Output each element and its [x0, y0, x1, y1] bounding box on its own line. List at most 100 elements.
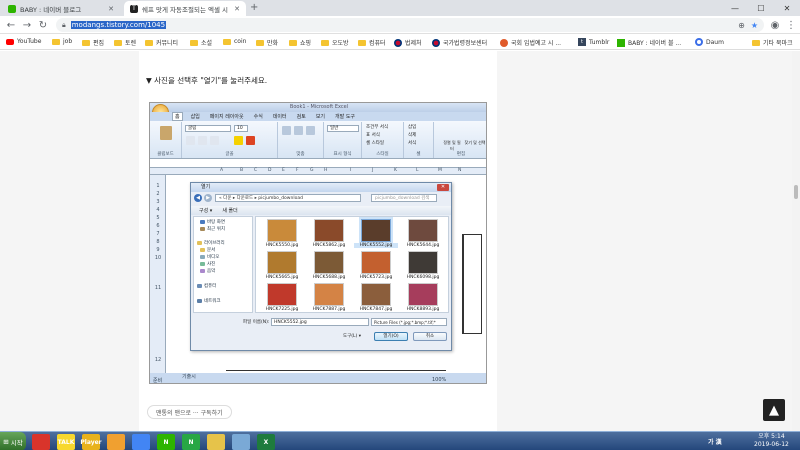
bookmark-torrent[interactable]: 토렌 [114, 38, 136, 47]
scrollbar-thumb[interactable] [794, 185, 798, 199]
new-tab-button[interactable]: + [250, 2, 258, 13]
documents-icon [200, 248, 205, 252]
photos-icon[interactable] [232, 434, 250, 450]
bookmark-assembly[interactable]: 국회 입법예고 시 ... [500, 38, 561, 47]
music-icon [200, 269, 205, 273]
nav-item: 바탕 화면 [200, 219, 225, 225]
ribbon-tab: 페이지 레이아웃 [209, 114, 244, 120]
translate-icon[interactable]: ⊕ [738, 21, 745, 30]
file-name: HNCK5862.jpg [312, 243, 346, 248]
minimize-icon[interactable]: — [722, 0, 748, 16]
ribbon-group-align: 맞춤 [278, 122, 324, 158]
reload-button[interactable]: ↻ [36, 18, 50, 32]
ime-indicator[interactable]: 가 漢 [708, 437, 722, 446]
menu-icon[interactable]: ⋮ [784, 18, 798, 32]
bookmark-tumblr[interactable]: t Tumblr [578, 38, 609, 46]
status-ready: 준비 [153, 378, 163, 384]
url-text[interactable]: modangs.tistory.com/1045 [70, 21, 167, 29]
bookmark-coin[interactable]: coin [223, 38, 246, 45]
folder-icon [145, 39, 153, 46]
number-format-box: 일반 [327, 125, 359, 132]
bookmark-star-icon[interactable]: ★ [751, 21, 758, 30]
folder-icon [321, 39, 329, 46]
file-name: HNCK7225.jpg [265, 307, 299, 312]
excel-icon[interactable]: X [257, 434, 275, 450]
file-name: HNCK6098.jpg [406, 275, 440, 280]
close-dialog-icon: ✕ [437, 184, 449, 191]
row-headers: 1 2 3 4 5 6 7 8 9 10 11 12 [150, 175, 166, 373]
file-name: HNCK5723.jpg [359, 275, 393, 280]
ribbon-tab: 보기 [315, 114, 326, 120]
naver-icon[interactable]: N [182, 434, 200, 450]
thumbnail-image [408, 219, 438, 242]
page-scrollbar[interactable] [792, 51, 800, 431]
clock[interactable]: 오후 5:14 2019-06-12 [754, 433, 789, 449]
thumbnail-image [359, 217, 393, 244]
bookmark-edit[interactable]: 편집 [82, 38, 104, 47]
power-icon[interactable] [32, 434, 50, 450]
bookmark-odobang[interactable]: 오도방 [321, 38, 349, 47]
address-bar[interactable]: 🔒︎ modangs.tistory.com/1045 ⊕ ★ [56, 18, 764, 32]
thumbnail-image [267, 283, 297, 306]
bookmark-daum[interactable]: Daum [695, 38, 724, 46]
ribbon-group-clipboard: 클립보드 [150, 122, 182, 158]
lock-icon: 🔒︎ [62, 20, 66, 29]
file-item: HNCK5665.jpg [260, 251, 304, 282]
kakaotalk-icon[interactable]: TALK [57, 434, 75, 450]
clock-time: 오후 5:14 [758, 433, 785, 440]
thumbnail-image [361, 251, 391, 274]
font-name-box: 굴림 [185, 125, 231, 132]
path-breadcrumb: « 다운 ▸ 다운로드 ▸ picjumbo_download [215, 194, 361, 202]
video-icon [200, 255, 205, 259]
tab-naver-blog[interactable]: BABY : 네이버 블로그 ✕ [2, 1, 120, 16]
tab-tistory[interactable]: T 쉐프 맛게 자동조절되는 엑셀 시 ✕ [124, 1, 246, 16]
bookmark-computer[interactable]: 컴퓨터 [358, 38, 386, 47]
excel-screenshot: Book1 - Microsoft Excel 홈 삽입 페이지 레이아웃 수식… [149, 102, 487, 384]
folder-icon [190, 39, 198, 46]
open-file-dialog: 열기 ✕ ◀ ▶ « 다운 ▸ 다운로드 ▸ picjumbo_download… [190, 182, 452, 351]
file-item: HNCK5688.jpg [307, 251, 351, 282]
close-window-icon[interactable]: ✕ [774, 0, 800, 16]
filename-label: 파일 이름(N): [243, 320, 270, 325]
bookmark-youtube[interactable]: YouTube [6, 38, 41, 45]
tistory-icon: T [130, 4, 138, 13]
align-icon [294, 126, 303, 135]
bookmark-community[interactable]: 커뮤니티 [145, 38, 178, 47]
forward-button[interactable]: → [20, 18, 34, 32]
desktop-icon [200, 220, 205, 224]
profile-icon[interactable]: ◉ [768, 18, 782, 32]
bookmark-moleg[interactable]: 법제처 [394, 38, 422, 47]
close-tab-icon[interactable]: ✕ [234, 5, 240, 13]
folder-icon [358, 39, 366, 46]
bookmark-naver-blog[interactable]: BABY : 네이버 블 ... [617, 38, 681, 47]
formula-bar [150, 159, 486, 168]
file-item: HNCK7887.jpg [307, 283, 351, 314]
folder-icon [256, 39, 264, 46]
gear-orange-icon[interactable] [107, 434, 125, 450]
bookmark-other[interactable]: 기타 북마크 [752, 38, 793, 47]
scroll-to-top-button[interactable]: ▲ [763, 399, 785, 421]
thumbnail-image [408, 283, 438, 306]
open-button: 열기(O) [374, 332, 408, 341]
start-button[interactable]: ⊞ 시작 [0, 432, 26, 450]
subscribe-button[interactable]: 맨통의 맨으로 ··· 구독하기 [147, 405, 232, 419]
bookmark-job[interactable]: job [52, 38, 72, 45]
naver-icon[interactable]: N [157, 434, 175, 450]
bookmark-novel[interactable]: 소설 [190, 38, 212, 47]
ribbon-group-edit: 정렬 및 필터 찾기 및 선택 편집 [443, 140, 486, 157]
file-name: HNCK5550.jpg [265, 243, 299, 248]
chrome-icon[interactable] [132, 434, 150, 450]
folder-icon[interactable] [207, 434, 225, 450]
bookmark-comic[interactable]: 만화 [256, 38, 278, 47]
back-button[interactable]: ← [4, 18, 18, 32]
file-item: HNCK5552.jpg [354, 217, 398, 250]
back-arrow-icon: ◀ [194, 194, 202, 202]
bookmark-law-center[interactable]: 국가법령정보센터 [432, 38, 487, 47]
ribbon-tab: 수식 [253, 114, 263, 120]
clock-date: 2019-06-12 [754, 441, 789, 448]
close-tab-icon[interactable]: ✕ [108, 5, 114, 13]
library-icon [197, 241, 202, 245]
maximize-icon[interactable]: ☐ [748, 0, 774, 16]
player-icon[interactable]: Player [80, 434, 102, 450]
bookmark-shopping[interactable]: 쇼핑 [289, 38, 311, 47]
